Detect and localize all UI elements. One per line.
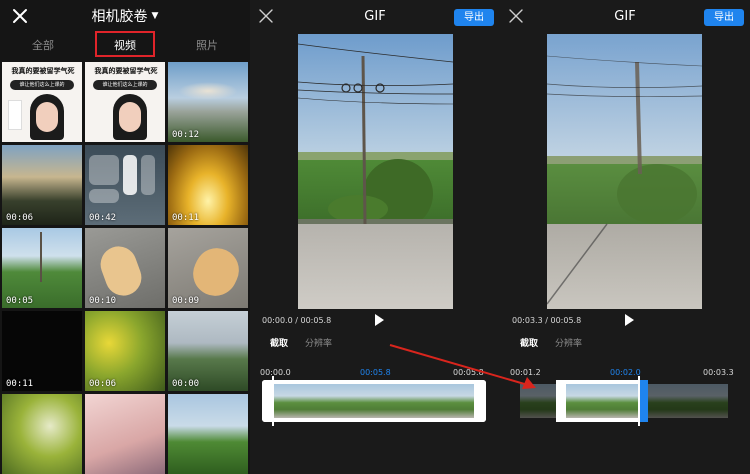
total-time: 00:05.8 bbox=[550, 316, 582, 325]
tab-resolution[interactable]: 分辨率 bbox=[555, 336, 582, 349]
thumb-duration: 00:11 bbox=[172, 213, 200, 223]
video-thumbnail[interactable] bbox=[85, 394, 165, 474]
close-icon[interactable] bbox=[508, 8, 524, 24]
video-thumbnail[interactable]: 00:06 bbox=[2, 145, 82, 225]
timeline-start: 00:01.2 bbox=[510, 368, 541, 377]
poster-subline: 谁让他们这么上课的 bbox=[10, 80, 74, 90]
video-thumbnail[interactable]: 00:11 bbox=[2, 311, 82, 391]
thumb-duration: 00:42 bbox=[89, 213, 117, 223]
thumb-duration: 00:12 bbox=[172, 130, 200, 140]
close-icon[interactable] bbox=[258, 8, 274, 24]
sticker-card bbox=[8, 100, 22, 130]
chevron-down-icon: ▼ bbox=[151, 11, 159, 21]
timeline-current: 00:02.0 bbox=[610, 368, 641, 377]
dog-shape bbox=[95, 241, 147, 301]
play-icon[interactable] bbox=[374, 314, 384, 326]
brightness-slider bbox=[123, 155, 137, 195]
pole-shape bbox=[40, 232, 42, 282]
playback-time: 00:00.0 / 00:05.8 bbox=[262, 316, 331, 325]
tab-trim[interactable]: 截取 bbox=[520, 336, 538, 349]
video-preview[interactable] bbox=[547, 34, 702, 309]
playhead[interactable] bbox=[638, 376, 640, 426]
thumb-duration: 00:05 bbox=[6, 296, 34, 306]
export-button[interactable]: 导出 bbox=[454, 9, 494, 26]
control-tile bbox=[89, 155, 119, 185]
thumb-duration: 00:00 bbox=[172, 379, 200, 389]
poster-subline: 谁让他们这么上课的 bbox=[93, 80, 157, 90]
dog-shape bbox=[185, 240, 247, 304]
tab-resolution[interactable]: 分辨率 bbox=[305, 336, 332, 349]
person-face bbox=[36, 102, 58, 132]
current-time: 00:00.0 bbox=[262, 316, 293, 325]
tab-all[interactable]: 全部 bbox=[18, 36, 68, 56]
gif-editor-panel: GIF 导出 bbox=[500, 0, 750, 474]
timeline-end: 00:03.3 bbox=[703, 368, 734, 377]
video-thumbnail[interactable]: 00:11 bbox=[168, 145, 248, 225]
video-thumbnail[interactable]: 00:05 bbox=[2, 228, 82, 308]
timeline-frames bbox=[274, 384, 474, 418]
close-icon[interactable] bbox=[10, 6, 30, 26]
tab-photo[interactable]: 照片 bbox=[182, 36, 232, 56]
poster-headline: 我真的要被留学气死 bbox=[94, 67, 158, 75]
video-thumbnail[interactable] bbox=[2, 394, 82, 474]
gif-editor-panel: GIF 导出 bbox=[250, 0, 500, 474]
video-thumbnail[interactable]: 00:09 bbox=[168, 228, 248, 308]
trim-timeline[interactable] bbox=[262, 380, 486, 422]
focus-tile bbox=[89, 189, 119, 203]
trim-handle-right[interactable] bbox=[474, 380, 486, 422]
video-thumbnail[interactable]: 00:10 bbox=[85, 228, 165, 308]
video-thumbnail[interactable] bbox=[168, 394, 248, 474]
video-thumbnail[interactable]: 00:12 bbox=[168, 62, 248, 142]
cloud-shape bbox=[178, 82, 238, 100]
current-time: 00:03.3 bbox=[512, 316, 543, 325]
timeline-current: 00:05.8 bbox=[360, 368, 391, 377]
time-separator: / bbox=[545, 316, 548, 325]
album-title: 相机胶卷 bbox=[91, 9, 148, 25]
selection-frame bbox=[556, 380, 646, 422]
person-face bbox=[119, 102, 141, 132]
video-thumbnail[interactable]: 00:42 bbox=[85, 145, 165, 225]
editor-title: GIF bbox=[614, 9, 636, 24]
playback-time: 00:03.3 / 00:05.8 bbox=[512, 316, 581, 325]
trim-handle-left[interactable] bbox=[556, 380, 566, 422]
trimmed-region-left bbox=[520, 384, 556, 418]
thumb-duration: 00:10 bbox=[89, 296, 117, 306]
playhead[interactable] bbox=[272, 376, 274, 426]
album-selector[interactable]: 相机胶卷 ▼ bbox=[70, 6, 180, 26]
thumb-duration: 00:06 bbox=[89, 379, 117, 389]
video-frame bbox=[298, 34, 453, 309]
trimmed-region-right bbox=[646, 384, 728, 418]
thumb-duration: 00:06 bbox=[6, 213, 34, 223]
tab-trim[interactable]: 截取 bbox=[270, 336, 288, 349]
video-thumbnail[interactable]: 00:00 bbox=[168, 311, 248, 391]
video-thumbnail[interactable]: 我真的要被留学气死 谁让他们这么上课的 bbox=[2, 62, 82, 142]
total-time: 00:05.8 bbox=[300, 316, 332, 325]
video-thumbnail[interactable]: 00:06 bbox=[85, 311, 165, 391]
gallery-panel: 相机胶卷 ▼ 全部 视频 照片 我真的要被留学气死 谁让他们这么上课的 我真的要… bbox=[0, 0, 250, 474]
trim-timeline[interactable] bbox=[520, 380, 728, 422]
video-preview[interactable] bbox=[298, 34, 453, 309]
time-separator: / bbox=[295, 316, 298, 325]
video-thumbnail[interactable]: 我真的要被留学气死 谁让他们这么上课的 bbox=[85, 62, 165, 142]
poster-headline: 我真的要被留学气死 bbox=[11, 67, 75, 75]
tab-highlight-box bbox=[95, 31, 155, 57]
video-frame bbox=[547, 34, 702, 309]
volume-slider bbox=[141, 155, 155, 195]
editor-title: GIF bbox=[364, 9, 386, 24]
export-button[interactable]: 导出 bbox=[704, 9, 744, 26]
play-icon[interactable] bbox=[624, 314, 634, 326]
thumb-duration: 00:09 bbox=[172, 296, 200, 306]
timeline-end: 00:05.8 bbox=[453, 368, 484, 377]
thumb-duration: 00:11 bbox=[6, 379, 34, 389]
timeline-start: 00:00.0 bbox=[260, 368, 291, 377]
